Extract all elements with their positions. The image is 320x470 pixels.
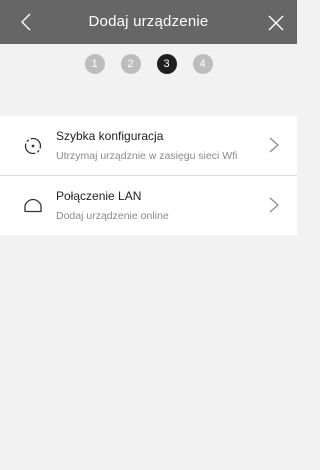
option-quick-config[interactable]: Szybka konfiguracja Utrzymaj urządznie w… bbox=[0, 116, 297, 175]
step-3-active: 3 bbox=[156, 54, 177, 74]
option-label: Połączenie LAN bbox=[56, 189, 142, 203]
step-1: 1 bbox=[84, 54, 105, 74]
option-lan-connection[interactable]: Połączenie LAN Dodaj urządzenie online bbox=[0, 175, 297, 235]
chevron-right-icon bbox=[269, 137, 279, 153]
cloud-icon bbox=[23, 196, 43, 216]
setup-options-list: Szybka konfiguracja Utrzymaj urządznie w… bbox=[0, 116, 297, 235]
option-description: Utrzymaj urządznie w zasięgu sieci Wfi bbox=[56, 150, 238, 162]
app-header: Dodaj urządzenie bbox=[0, 0, 297, 44]
step-indicator: 1234 bbox=[0, 54, 297, 76]
page-title: Dodaj urządzenie bbox=[88, 13, 209, 30]
option-label: Szybka konfiguracja bbox=[56, 129, 164, 143]
step-2: 2 bbox=[120, 54, 141, 74]
close-icon[interactable] bbox=[268, 15, 284, 31]
step-4: 4 bbox=[192, 54, 213, 74]
chevron-left-icon[interactable] bbox=[18, 13, 36, 31]
chevron-right-icon bbox=[269, 197, 279, 213]
quick-config-icon bbox=[23, 136, 43, 156]
option-description: Dodaj urządzenie online bbox=[56, 210, 169, 222]
